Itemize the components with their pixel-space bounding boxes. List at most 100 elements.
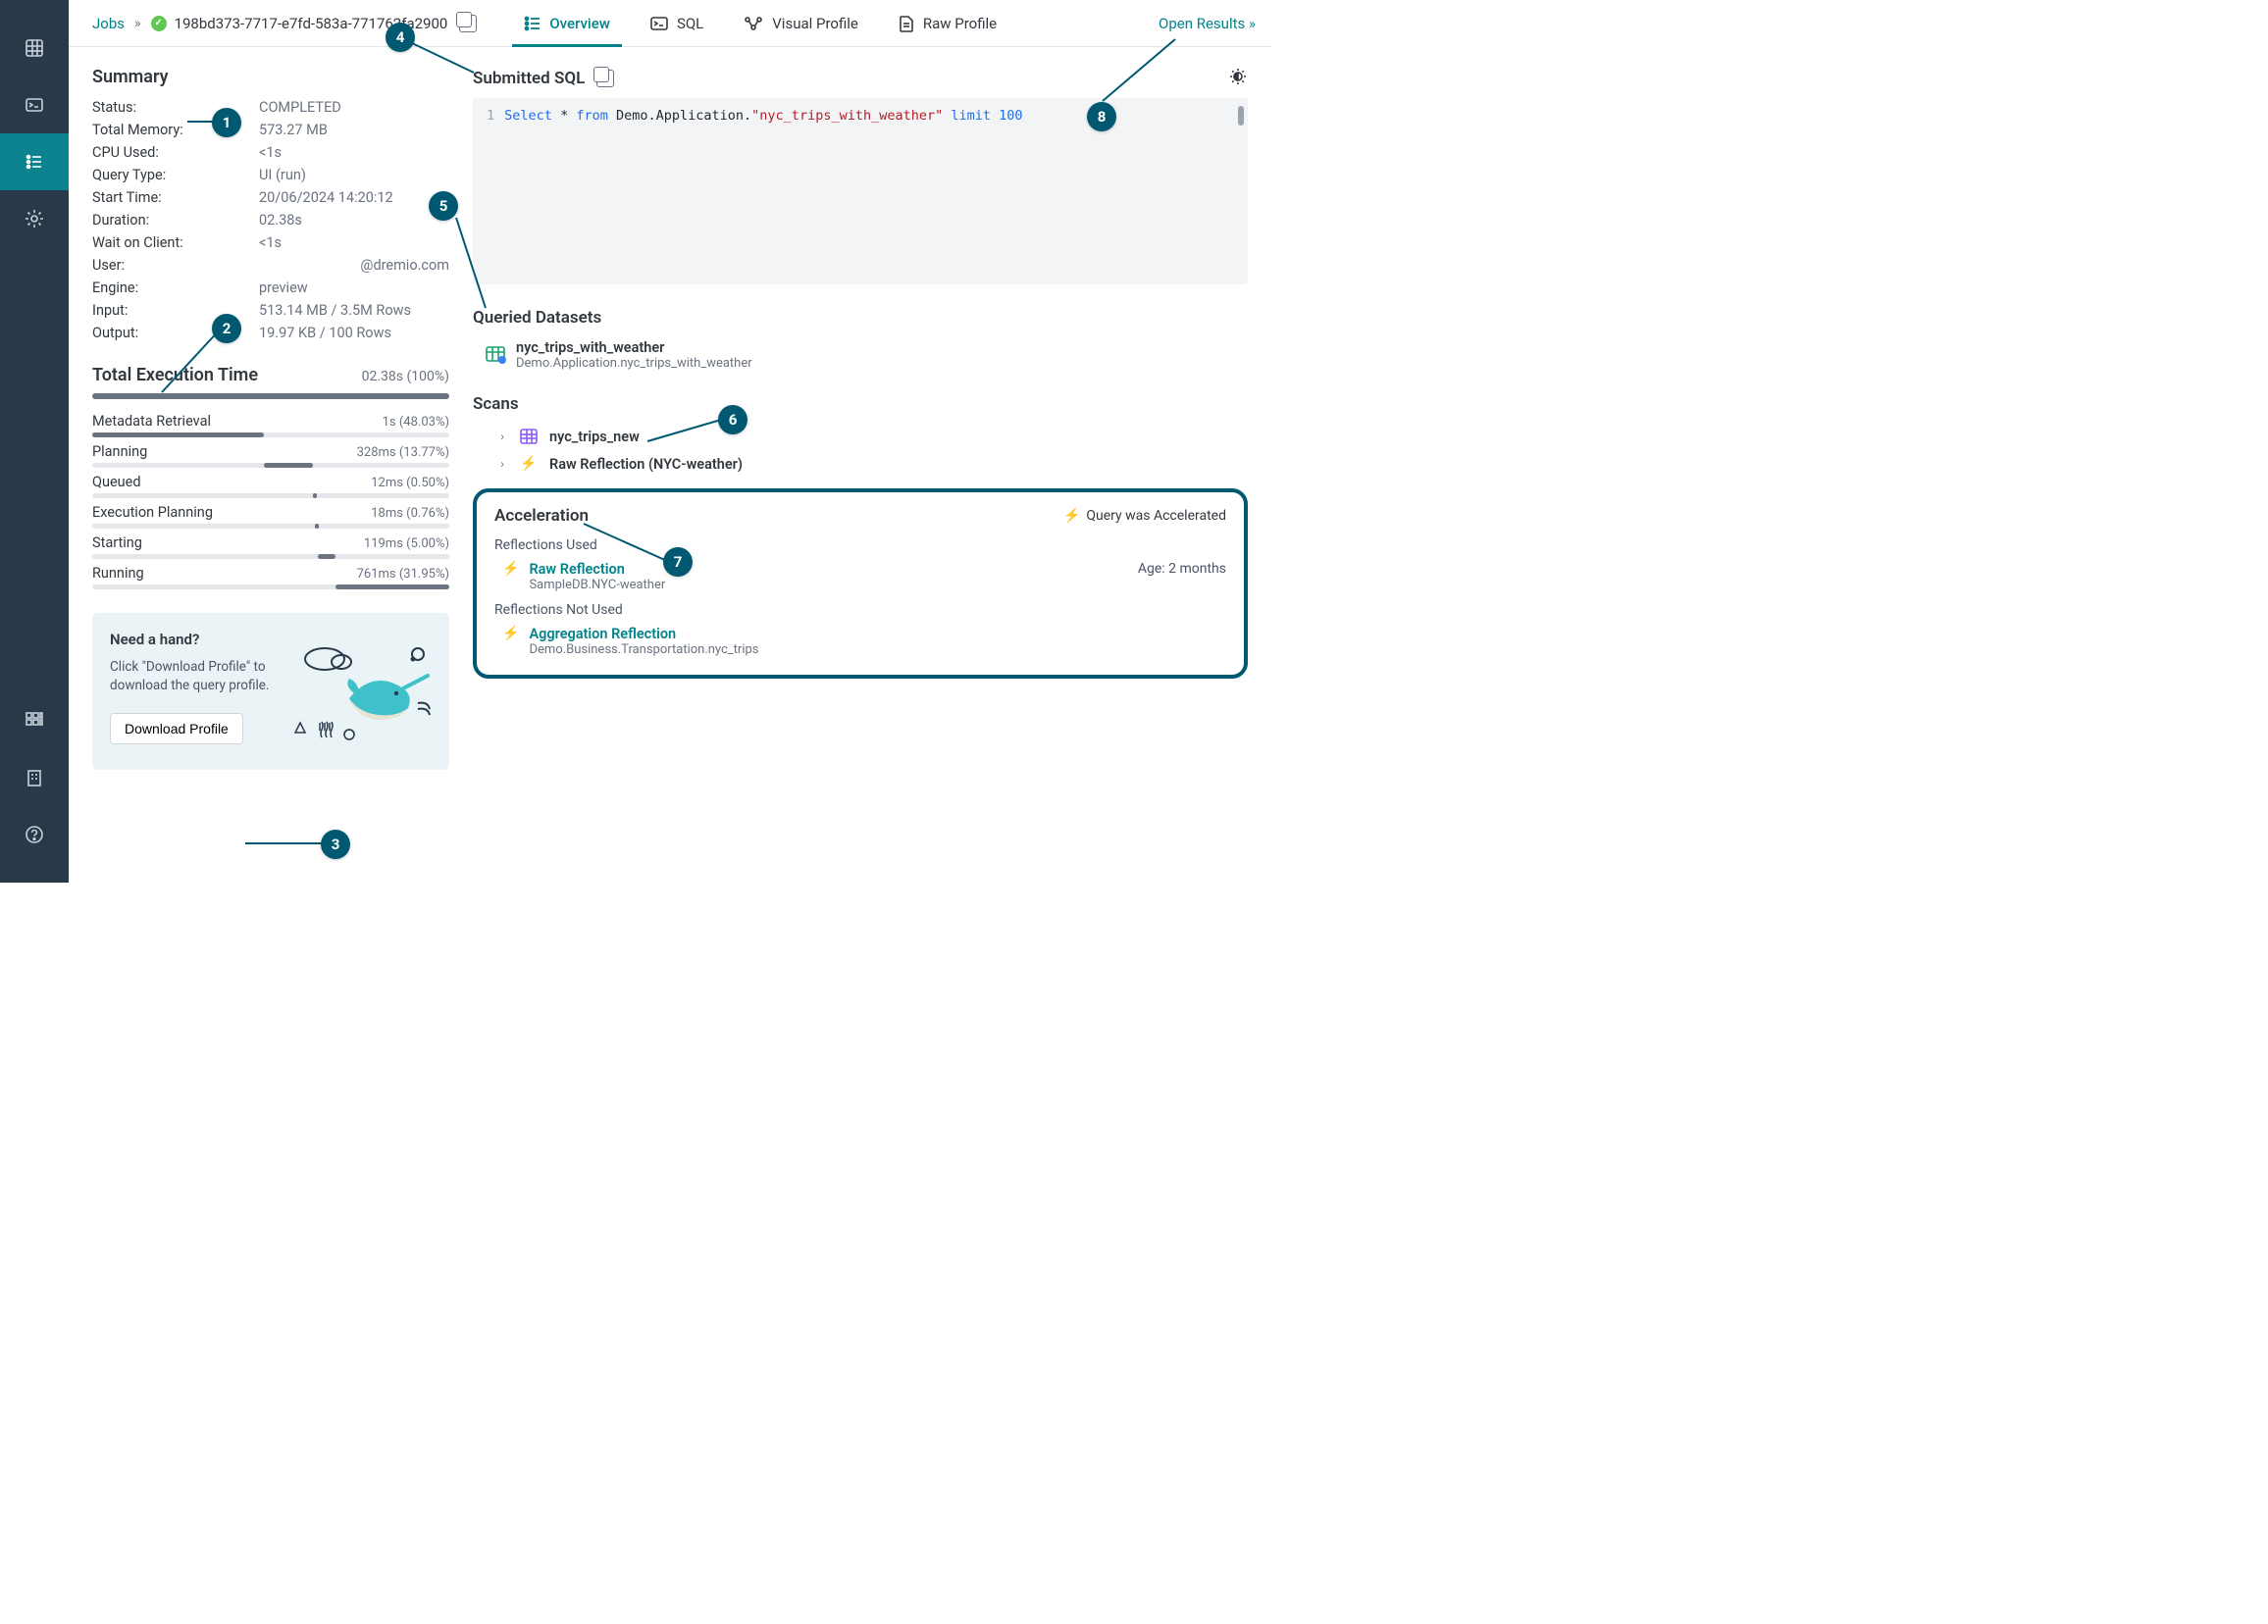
virtual-dataset-icon: [485, 344, 506, 366]
summary-value: UI (run): [259, 167, 306, 183]
list-icon: [524, 15, 541, 32]
acceleration-badge: ⚡ Query was Accelerated: [1063, 508, 1226, 524]
summary-key: CPU Used:: [92, 144, 259, 161]
nav-org[interactable]: [0, 749, 69, 806]
acceleration-header: Acceleration ⚡ Query was Accelerated: [494, 506, 1226, 526]
tab-overview[interactable]: Overview: [524, 0, 610, 46]
summary-value: <1s: [259, 144, 282, 161]
document-icon: [898, 15, 915, 32]
phase-bar-segment: [318, 554, 335, 559]
scans-section: Scans › nyc_trips_new › ⚡ Raw Reflection…: [473, 394, 1248, 475]
nav-sql[interactable]: [0, 76, 69, 133]
tab-label: Raw Profile: [923, 15, 997, 32]
exec-time-header: Total Execution Time 02.38s (100%): [92, 365, 449, 385]
summary-value: @dremio.com: [360, 257, 449, 274]
summary-value: 19.97 KB / 100 Rows: [259, 325, 391, 341]
tab-label: SQL: [677, 15, 703, 32]
phase-bar-segment: [335, 584, 449, 589]
scan-name: Raw Reflection (NYC-weather): [549, 456, 743, 473]
nav-settings[interactable]: [0, 190, 69, 247]
visual-profile-icon: [743, 15, 764, 32]
copy-sql-button[interactable]: [596, 70, 614, 87]
callout-marker-4: 4: [386, 23, 415, 52]
summary-row: Input:513.14 MB / 3.5M Rows: [92, 302, 449, 319]
sun-moon-icon: [1228, 67, 1248, 86]
breadcrumb-jobs-link[interactable]: Jobs: [92, 15, 125, 32]
grid-icon: [24, 37, 45, 59]
nav-help[interactable]: [0, 806, 69, 863]
queried-datasets-section: Queried Datasets nyc_trips_with_weather …: [473, 308, 1248, 371]
summary-title: Summary: [92, 67, 449, 87]
exec-total-bar: [92, 393, 449, 399]
tab-label: Overview: [549, 15, 610, 32]
summary-value: COMPLETED: [259, 99, 341, 116]
phase-bar-track: [92, 554, 449, 559]
help-card: Need a hand? Click "Download Profile" to…: [92, 613, 449, 770]
reflection-age: Age: 2 months: [1138, 561, 1226, 577]
reflection-path: SampleDB.NYC-weather: [529, 578, 665, 592]
dataset-item[interactable]: nyc_trips_with_weather Demo.Application.…: [485, 339, 1248, 371]
scan-item[interactable]: › ⚡ Raw Reflection (NYC-weather): [496, 453, 1248, 475]
phase-bar-track: [92, 432, 449, 437]
right-column: Submitted SQL 1Select * from Demo.Applic…: [461, 47, 1271, 883]
summary-row: Start Time:20/06/2024 14:20:12: [92, 189, 449, 206]
summary-row: Duration:02.38s: [92, 212, 449, 228]
exec-phase: Planning328ms (13.77%): [92, 443, 449, 468]
tab-label: Visual Profile: [772, 15, 858, 32]
reflections-notused-label: Reflections Not Used: [494, 602, 1226, 618]
callout-marker-1: 1: [212, 108, 241, 137]
reflection-used-item[interactable]: ⚡ Raw Reflection SampleDB.NYC-weather Ag…: [502, 561, 1226, 592]
reflection-name: Raw Reflection: [529, 561, 665, 578]
tab-sql[interactable]: SQL: [649, 0, 703, 46]
dataset-name: nyc_trips_with_weather: [516, 339, 752, 356]
summary-row: CPU Used:<1s: [92, 144, 449, 161]
open-results-link[interactable]: Open Results »: [1159, 15, 1256, 32]
phase-bar-segment: [313, 493, 317, 498]
callout-marker-8: 8: [1087, 102, 1116, 131]
download-profile-button[interactable]: Download Profile: [110, 713, 243, 744]
scan-name: nyc_trips_new: [549, 429, 640, 445]
reflection-notused-item[interactable]: ⚡ Aggregation Reflection Demo.Business.T…: [502, 626, 1226, 657]
summary-value: 573.27 MB: [259, 122, 328, 138]
sql-scrollbar[interactable]: [1238, 106, 1244, 126]
tab-visual-profile[interactable]: Visual Profile: [743, 0, 858, 46]
exec-phase: Starting119ms (5.00%): [92, 534, 449, 559]
scans-title: Scans: [473, 394, 1248, 414]
summary-key: Duration:: [92, 212, 259, 228]
summary-table: Status:COMPLETEDTotal Memory:573.27 MBCP…: [92, 99, 449, 341]
summary-row: Query Type:UI (run): [92, 167, 449, 183]
reflection-name: Aggregation Reflection: [529, 626, 758, 642]
nav-jobs[interactable]: [0, 133, 69, 190]
phase-bar-segment: [315, 524, 319, 529]
narwhal-illustration: [290, 625, 438, 742]
exec-phase: Execution Planning18ms (0.76%): [92, 504, 449, 529]
phase-label: Metadata Retrieval: [92, 413, 211, 430]
theme-toggle-button[interactable]: [1228, 67, 1248, 90]
scan-item[interactable]: › nyc_trips_new: [496, 426, 1248, 447]
apps-icon: [25, 711, 44, 731]
phase-label: Planning: [92, 443, 147, 460]
sql-header: Submitted SQL: [473, 67, 1248, 90]
reflections-used-label: Reflections Used: [494, 537, 1226, 553]
summary-value: 02.38s: [259, 212, 302, 228]
summary-key: Query Type:: [92, 167, 259, 183]
phase-label: Starting: [92, 534, 142, 551]
status-check-icon: ✓: [151, 16, 167, 31]
left-sidebar: [0, 0, 69, 883]
summary-key: Start Time:: [92, 189, 259, 206]
summary-row: Engine:preview: [92, 279, 449, 296]
exec-time-title: Total Execution Time: [92, 365, 258, 385]
expand-chevron-icon[interactable]: ›: [496, 431, 508, 442]
sql-editor[interactable]: 1Select * from Demo.Application."nyc_tri…: [473, 98, 1248, 284]
reflection-path: Demo.Business.Transportation.nyc_trips: [529, 642, 758, 657]
bolt-outline-icon: ⚡: [502, 626, 519, 641]
tab-raw-profile[interactable]: Raw Profile: [898, 0, 997, 46]
copy-job-id-button[interactable]: [459, 15, 477, 32]
dataset-path: Demo.Application.nyc_trips_with_weather: [516, 356, 752, 371]
nav-datasets[interactable]: [0, 20, 69, 76]
exec-phases: Metadata Retrieval1s (48.03%)Planning328…: [92, 413, 449, 589]
terminal-icon: [649, 15, 669, 32]
expand-chevron-icon[interactable]: ›: [496, 458, 508, 470]
nav-apps[interactable]: [0, 692, 69, 749]
phase-value: 761ms (31.95%): [357, 567, 449, 582]
